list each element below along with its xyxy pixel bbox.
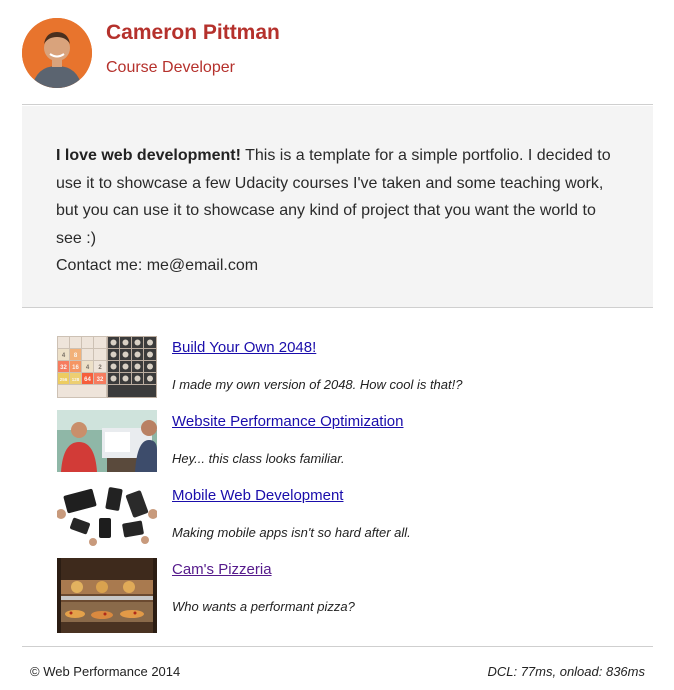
footer: © Web Performance 2014 DCL: 77ms, onload… bbox=[22, 646, 653, 690]
svg-text:32: 32 bbox=[60, 365, 67, 371]
svg-text:16: 16 bbox=[72, 365, 79, 371]
svg-text:32: 32 bbox=[97, 377, 104, 383]
project-thumbnail-2048[interactable]: 4 8 32 16 4 2 256 128 64 32 bbox=[57, 336, 157, 398]
project-item: Mobile Web Development Making mobile app… bbox=[57, 484, 617, 558]
avatar bbox=[22, 18, 92, 88]
svg-text:256: 256 bbox=[60, 377, 68, 382]
project-link-pizzeria[interactable]: Cam's Pizzeria bbox=[172, 561, 272, 578]
thumbnail-mobile-image bbox=[57, 484, 157, 546]
intro-headline: I love web development! bbox=[56, 147, 241, 164]
project-item: 4 8 32 16 4 2 256 128 64 32 Build Your O… bbox=[57, 336, 617, 410]
project-thumbnail-performance[interactable] bbox=[57, 410, 157, 472]
project-link-mobile[interactable]: Mobile Web Development bbox=[172, 487, 343, 504]
contact-line: Contact me: me@email.com bbox=[56, 257, 259, 274]
footer-performance-metrics: DCL: 77ms, onload: 836ms bbox=[487, 664, 645, 679]
svg-text:128: 128 bbox=[72, 377, 80, 382]
project-thumbnail-mobile[interactable] bbox=[57, 484, 157, 546]
thumbnail-performance-image bbox=[57, 410, 157, 472]
project-description: I made my own version of 2048. How cool … bbox=[172, 377, 463, 392]
header: Cameron Pittman Course Developer bbox=[22, 18, 653, 105]
intro-text: I love web development! This is a templa… bbox=[56, 142, 626, 280]
profile-role: Course Developer bbox=[106, 59, 235, 76]
project-description: Hey... this class looks familiar. bbox=[172, 451, 345, 466]
profile-name: Cameron Pittman bbox=[106, 21, 280, 44]
project-item: Cam's Pizzeria Who wants a performant pi… bbox=[57, 558, 617, 633]
footer-copyright: © Web Performance 2014 bbox=[30, 664, 181, 679]
avatar-photo bbox=[22, 18, 92, 88]
project-item: Website Performance Optimization Hey... … bbox=[57, 410, 617, 484]
project-link-performance[interactable]: Website Performance Optimization bbox=[172, 413, 403, 430]
project-description: Making mobile apps isn't so hard after a… bbox=[172, 525, 411, 540]
svg-text:64: 64 bbox=[84, 377, 91, 383]
thumbnail-2048-image: 4 8 32 16 4 2 256 128 64 32 bbox=[57, 336, 157, 398]
project-link-2048[interactable]: Build Your Own 2048! bbox=[172, 339, 316, 356]
thumbnail-pizzeria-image bbox=[57, 558, 157, 633]
intro-section: I love web development! This is a templa… bbox=[22, 106, 653, 308]
project-description: Who wants a performant pizza? bbox=[172, 599, 355, 614]
project-thumbnail-pizzeria[interactable] bbox=[57, 558, 157, 633]
